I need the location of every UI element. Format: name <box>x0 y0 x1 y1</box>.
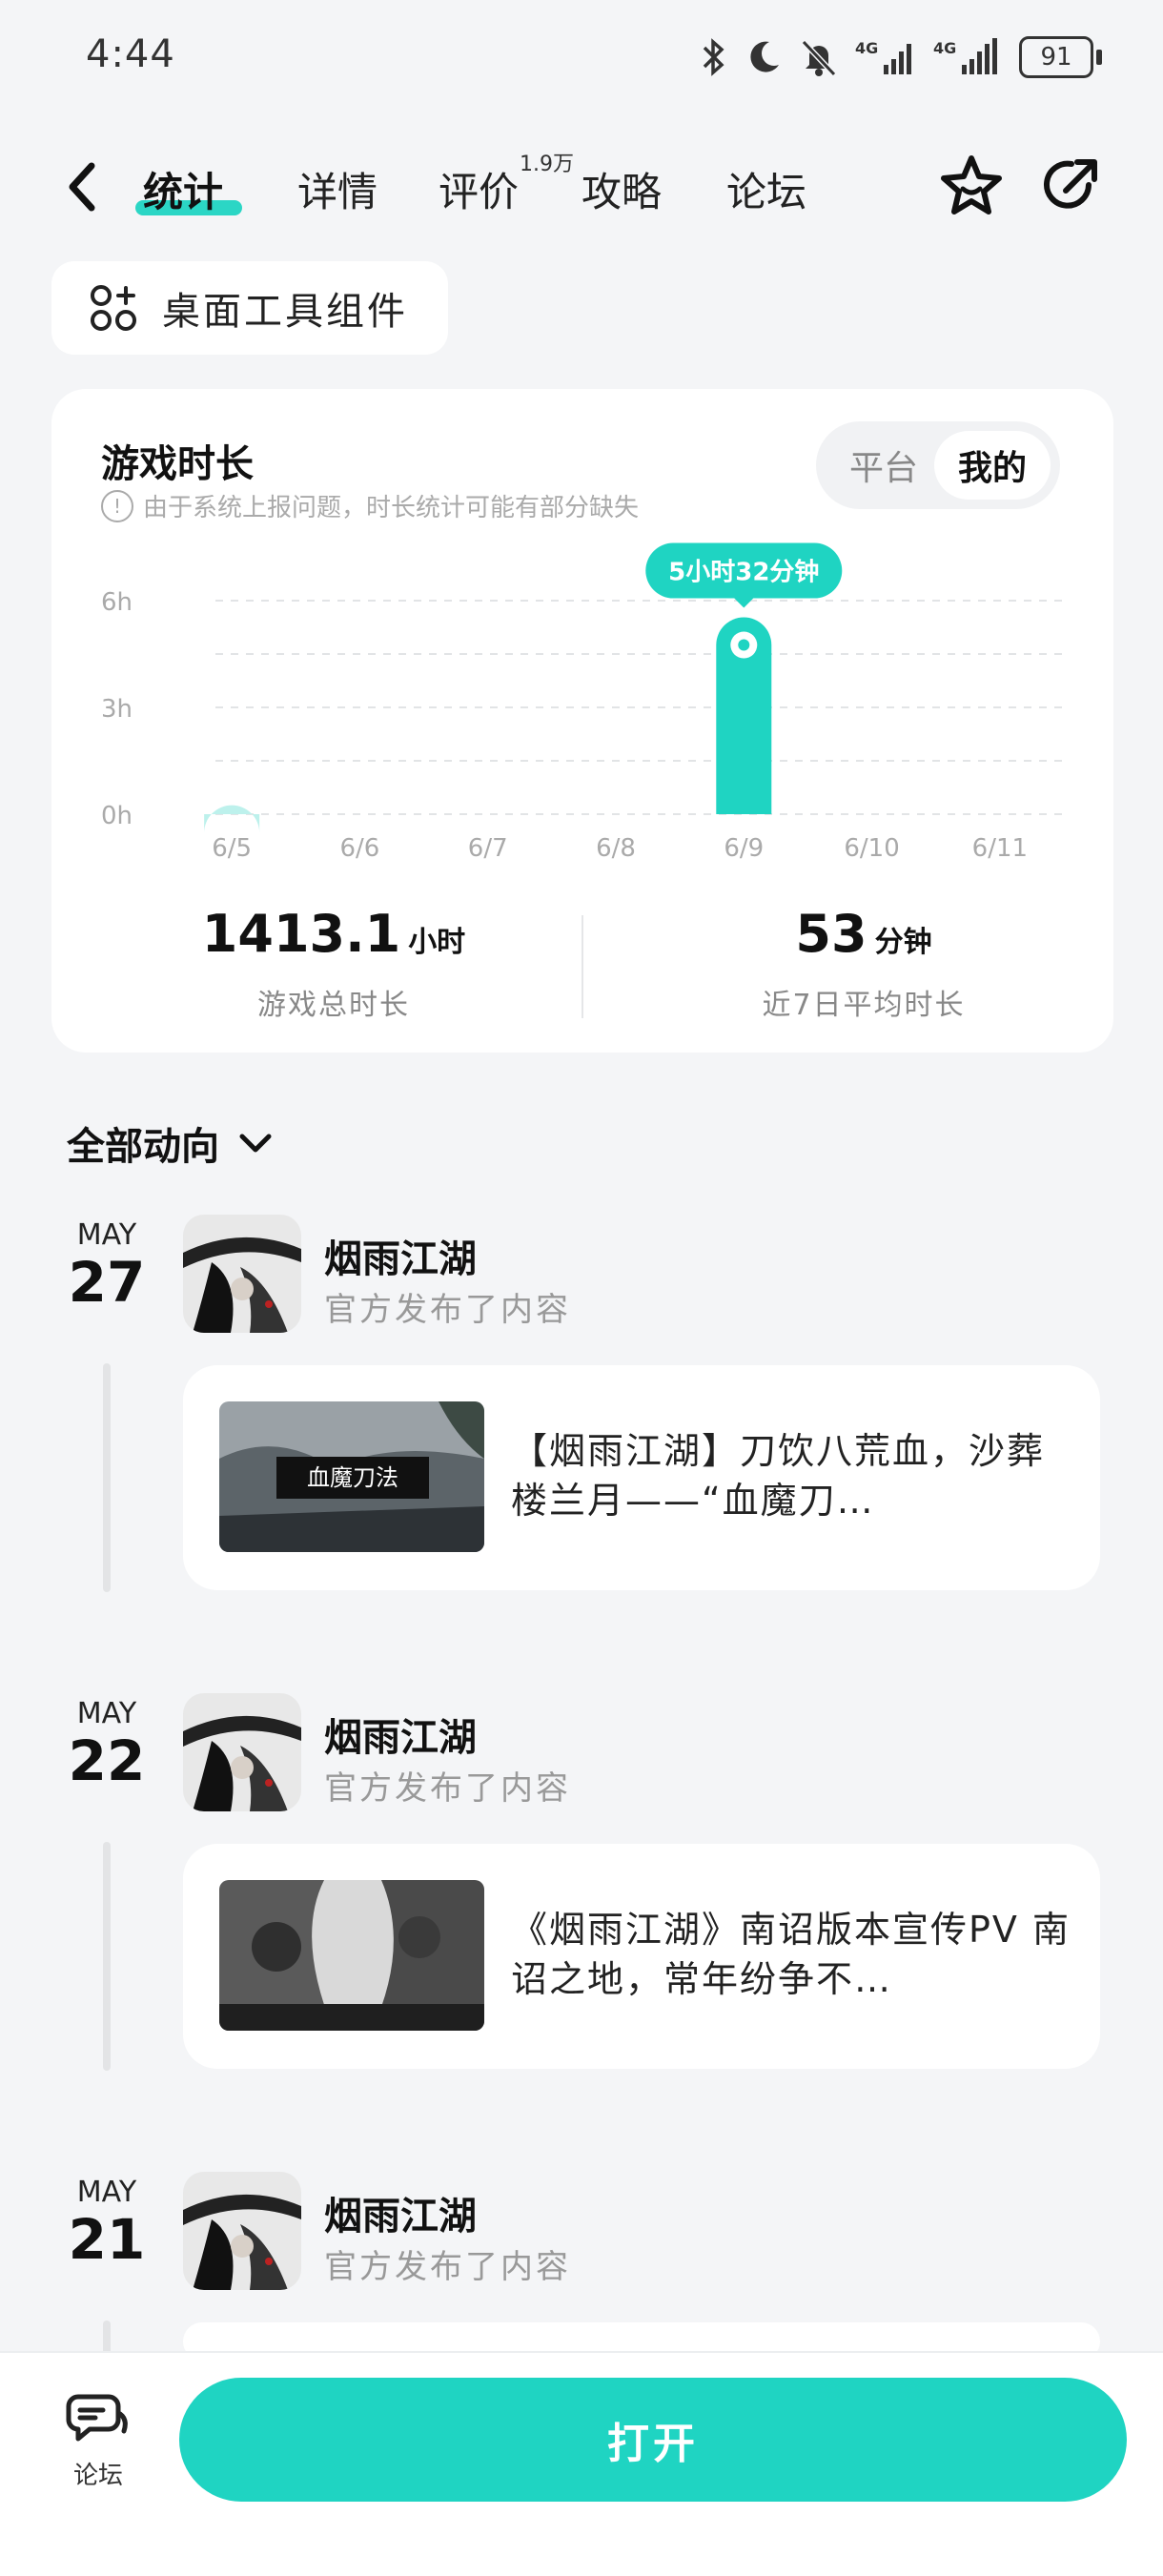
publisher-name[interactable]: 烟雨江湖 <box>324 1228 477 1283</box>
avg-playtime-stat: 53 分钟 近7日平均时长 <box>616 904 1112 1023</box>
total-playtime-caption: 游戏总时长 <box>257 989 410 1022</box>
chart-tooltip-text: 5小时32分钟 <box>668 558 819 587</box>
battery-indicator: 91 <box>1019 36 1102 78</box>
tab-forum-label: 论坛 <box>726 169 807 215</box>
tab-forum[interactable]: 论坛 <box>726 160 806 218</box>
x-tick-label: 6/11 <box>972 834 1028 863</box>
publisher-subtitle: 官方发布了内容 <box>324 1291 571 1329</box>
tab-reviews[interactable]: 评价 <box>439 160 519 218</box>
mute-bell-icon <box>801 39 837 77</box>
tab-guides-label: 攻略 <box>582 169 663 215</box>
back-arrow-icon[interactable] <box>57 153 114 219</box>
tab-guides[interactable]: 攻略 <box>582 160 662 218</box>
x-tick-label: 6/10 <box>844 834 899 863</box>
playtime-card: 游戏时长 ! 由于系统上报问题，时长统计可能有部分缺失 平台 我的 0h 3h 6h… <box>51 389 1113 1053</box>
publisher-subtitle: 官方发布了内容 <box>324 2248 571 2286</box>
x-tick-label: 6/6 <box>340 834 380 863</box>
feed-filter-label: 全部动向 <box>67 1125 219 1169</box>
battery-level: 91 <box>1040 43 1072 72</box>
feed-date-month: MAY <box>76 2176 137 2209</box>
desktop-widget-button[interactable]: 桌面工具组件 <box>51 261 448 355</box>
post-title: 《烟雨江湖》南诏版本宣传PV 南诏之地，常年纷争不… <box>511 1909 1071 2000</box>
chart-tooltip-pointer <box>734 598 754 608</box>
feed-date-day: 27 <box>68 1250 146 1315</box>
widget-grid-icon <box>91 285 136 331</box>
share-icon[interactable] <box>1037 153 1104 219</box>
y-tick-label: 3h <box>101 695 133 724</box>
open-game-button[interactable]: 打开 <box>179 2378 1127 2502</box>
feed-date-day: 21 <box>68 2207 146 2272</box>
avg-playtime-unit: 分钟 <box>874 926 932 959</box>
tab-reviews-label: 评价 <box>439 169 520 215</box>
stat-divider <box>582 915 583 1018</box>
tab-stats[interactable]: 统计 <box>143 160 223 218</box>
feed-filter-dropdown[interactable]: 全部动向 <box>67 1115 275 1171</box>
publisher-name[interactable]: 烟雨江湖 <box>324 2185 477 2240</box>
x-tick-label: 6/9 <box>724 834 764 863</box>
publisher-avatar[interactable] <box>183 2172 301 2290</box>
publisher-subtitle: 官方发布了内容 <box>324 1769 571 1808</box>
forum-chat-icon <box>66 2394 128 2442</box>
post-title: 【烟雨江湖】刀饮八荒血，沙葬楼兰月——“血魔刀… <box>511 1430 1046 1522</box>
feed-post-card[interactable]: 血魔刀法 【烟雨江湖】刀饮八荒血，沙葬楼兰月——“血魔刀… <box>183 1365 1100 1590</box>
timeline-line <box>103 1363 111 1592</box>
tab-details[interactable]: 详情 <box>297 160 377 218</box>
feed-date-month: MAY <box>76 1218 137 1252</box>
tab-details-label: 详情 <box>297 169 378 215</box>
signal-4g-icon-2: 4G <box>933 38 997 74</box>
x-tick-label: 6/7 <box>468 834 508 863</box>
publisher-avatar[interactable] <box>183 1215 301 1333</box>
avg-playtime-caption: 近7日平均时长 <box>762 989 966 1022</box>
svg-text:4G: 4G <box>933 39 956 57</box>
bottom-action-bar: 论坛 打开 <box>0 2351 1163 2576</box>
y-tick-label: 0h <box>101 802 133 830</box>
publisher-name[interactable]: 烟雨江湖 <box>324 1707 477 1762</box>
status-icons: 4G 4G 91 <box>699 29 1102 86</box>
signal-4g-icon: 4G <box>855 39 911 74</box>
status-time: 4:44 <box>86 32 175 76</box>
total-playtime-unit: 小时 <box>408 926 466 959</box>
feed-date-month: MAY <box>76 1697 137 1730</box>
feed-date: MAY 21 <box>59 2176 154 2270</box>
thumb-caption: 血魔刀法 <box>307 1464 398 1491</box>
chart-bar <box>204 805 260 833</box>
forum-shortcut[interactable]: 论坛 <box>55 2387 141 2491</box>
reviews-count-badge: 1.9万 <box>520 153 574 176</box>
moon-icon <box>750 41 779 72</box>
feed-date: MAY 22 <box>59 1697 154 1791</box>
post-thumbnail <box>219 1880 484 2031</box>
x-tick-label: 6/5 <box>212 834 252 863</box>
playtime-bar-chart: 0h 3h 6h 6/5 6/6 6/7 6/8 5小时32分钟 6/9 6/10 6/11 <box>101 542 1064 863</box>
timeline-line <box>103 1842 111 2071</box>
y-tick-label: 6h <box>101 588 133 617</box>
feed-post-card[interactable]: 《烟雨江湖》南诏版本宣传PV 南诏之地，常年纷争不… <box>183 1844 1100 2069</box>
publisher-avatar[interactable] <box>183 1693 301 1811</box>
desktop-widget-label: 桌面工具组件 <box>162 290 408 334</box>
feed-date: MAY 27 <box>59 1218 154 1313</box>
forum-label: 论坛 <box>72 2462 123 2490</box>
total-playtime-stat: 1413.1 小时 游戏总时长 <box>86 904 582 1023</box>
svg-text:4G: 4G <box>855 39 878 57</box>
total-playtime-value: 1413.1 <box>201 904 401 964</box>
favorite-star-icon[interactable] <box>938 153 1005 219</box>
tab-stats-label: 统计 <box>143 169 224 215</box>
chevron-down-icon <box>239 1134 272 1153</box>
status-bar: 4:44 4G 4G 91 <box>0 0 1163 114</box>
feed-date-day: 22 <box>68 1728 146 1793</box>
post-thumbnail: 血魔刀法 <box>219 1401 484 1552</box>
x-tick-label: 6/8 <box>596 834 636 863</box>
bluetooth-icon <box>703 38 724 76</box>
avg-playtime-value: 53 <box>795 904 867 964</box>
bar-highlight-dot-inner <box>738 639 750 651</box>
